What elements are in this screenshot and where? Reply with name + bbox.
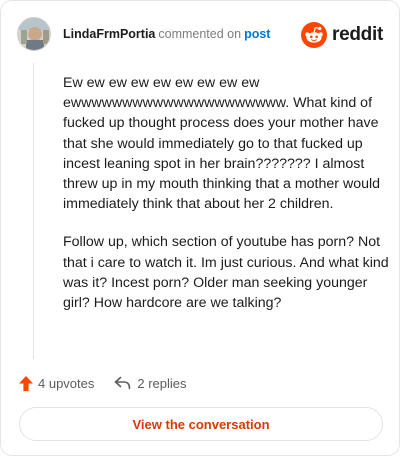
reply-arrow-icon	[115, 376, 131, 390]
view-conversation-button[interactable]: View the conversation	[19, 407, 383, 441]
upvote-button[interactable]: 4 upvotes	[19, 375, 95, 391]
reddit-logo-icon	[301, 22, 328, 48]
avatar-image	[18, 18, 50, 50]
comment-paragraph: Ew ew ew ew ew ew ew ew ew ewwwwwwwwwwww…	[63, 75, 381, 213]
upvotes-count: 4 upvotes	[38, 375, 95, 391]
reddit-wordmark: reddit	[332, 24, 383, 45]
avatar[interactable]	[17, 17, 51, 51]
comment-header: LindaFrmPortia commented on post reddit	[17, 17, 383, 53]
comment-paragraph: Follow up, which section of youtube has …	[63, 234, 389, 312]
comment-body: Ew ew ew ew ew ew ew ew ew ewwwwwwwwwwww…	[63, 73, 389, 331]
thread-line	[33, 63, 34, 359]
byline: LindaFrmPortia commented on post	[63, 27, 270, 41]
replies-button[interactable]: 2 replies	[114, 375, 187, 391]
comment-actions: 4 upvotes 2 replies	[19, 373, 383, 393]
byline-action-text: commented on	[158, 27, 242, 41]
reddit-brand[interactable]: reddit	[301, 21, 383, 49]
comment-card: LindaFrmPortia commented on post reddit Ew…	[0, 0, 400, 456]
post-link[interactable]: post	[244, 27, 270, 41]
username-link[interactable]: LindaFrmPortia	[63, 27, 155, 41]
upvote-arrow-icon	[19, 375, 33, 391]
replies-count: 2 replies	[137, 375, 187, 391]
